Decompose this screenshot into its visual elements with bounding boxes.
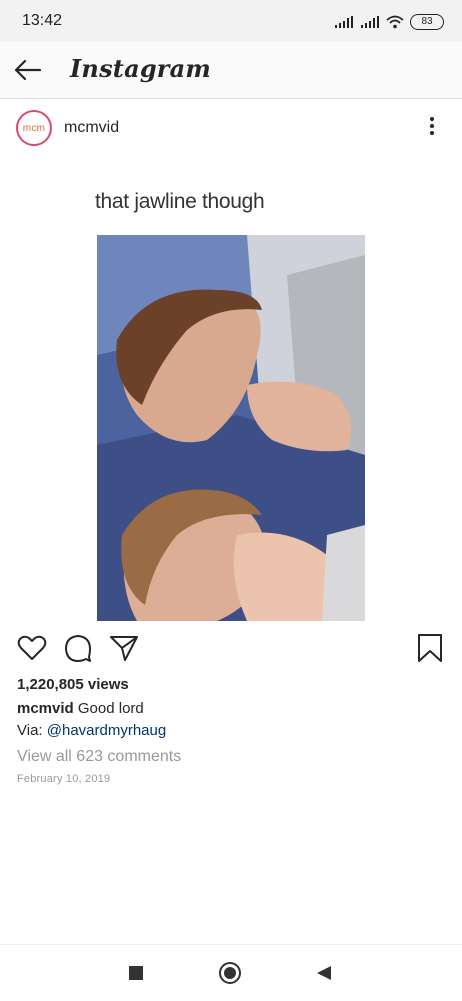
app-header: Instagram xyxy=(0,42,462,99)
caption-text: Good lord xyxy=(77,700,144,717)
status-time: 13:42 xyxy=(22,12,63,29)
triangle-back-icon xyxy=(317,966,331,980)
battery-icon: 83 xyxy=(410,14,444,30)
media-overlay-text: that jawline though xyxy=(95,190,265,213)
view-count: 1,220,805 views xyxy=(17,676,129,693)
wifi-icon xyxy=(386,15,404,29)
system-nav-bar xyxy=(0,944,462,1001)
signal-icon-2 xyxy=(361,16,379,28)
bookmark-icon[interactable] xyxy=(414,632,446,664)
status-icons: 83 xyxy=(334,12,444,32)
recents-button[interactable] xyxy=(124,961,148,985)
post-media[interactable]: that jawline though xyxy=(0,160,462,621)
back-button[interactable] xyxy=(312,961,336,985)
post-username[interactable]: mcmvid xyxy=(64,119,119,137)
video-frame[interactable] xyxy=(97,235,365,621)
post-date: February 10, 2019 xyxy=(17,773,111,785)
more-options-icon[interactable] xyxy=(420,117,444,141)
video-thumbnail-image xyxy=(97,235,365,621)
status-bar: 13:42 83 xyxy=(0,0,462,42)
home-button[interactable] xyxy=(218,961,242,985)
view-comments-link[interactable]: View all 623 comments xyxy=(17,748,181,766)
instagram-logo: Instagram xyxy=(70,54,211,83)
mention-link[interactable]: @havardmyrhaug xyxy=(47,722,166,739)
signal-icon xyxy=(335,16,353,28)
via-line: Via: @havardmyrhaug xyxy=(17,722,166,739)
via-prefix: Via: xyxy=(17,722,47,739)
avatar[interactable]: mcm xyxy=(16,110,52,146)
avatar-text: mcm xyxy=(22,122,46,134)
circle-icon xyxy=(219,962,241,984)
square-icon xyxy=(129,966,143,980)
post-caption: mcmvid Good lord xyxy=(17,700,144,717)
post-header: mcm mcmvid xyxy=(0,99,462,159)
back-arrow-icon[interactable] xyxy=(12,54,44,86)
comment-icon[interactable] xyxy=(62,632,94,664)
heart-icon[interactable] xyxy=(16,632,48,664)
share-icon[interactable] xyxy=(108,632,140,664)
post-actions xyxy=(0,628,462,668)
caption-username[interactable]: mcmvid xyxy=(17,700,74,717)
